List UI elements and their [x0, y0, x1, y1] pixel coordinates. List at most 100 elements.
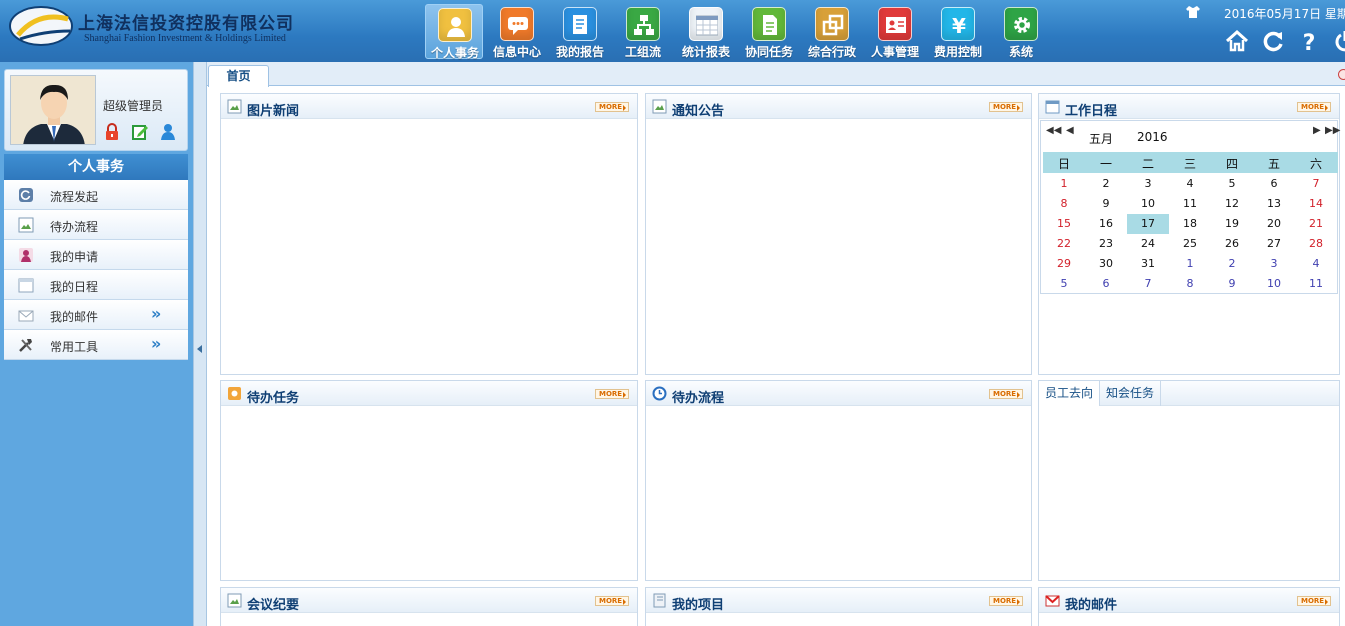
calendar-day[interactable]: 22	[1043, 234, 1085, 254]
calendar-day[interactable]: 24	[1127, 234, 1169, 254]
panel-header: 待办任务 MORE	[221, 381, 637, 406]
sidebar-item-2[interactable]: 我的申请	[4, 240, 188, 270]
more-button[interactable]: MORE	[1297, 596, 1331, 606]
close-tabs-icon[interactable]	[1338, 69, 1345, 80]
calendar-day[interactable]: 6	[1253, 174, 1295, 194]
more-button[interactable]: MORE	[989, 389, 1023, 399]
calendar-day[interactable]: 31	[1127, 254, 1169, 274]
calendar-day[interactable]: 1	[1169, 254, 1211, 274]
sidebar-item-0[interactable]: 流程发起	[4, 180, 188, 210]
sidebar-collapse-handle[interactable]	[193, 62, 207, 626]
more-button[interactable]: MORE	[1297, 102, 1331, 112]
calendar-day[interactable]: 11	[1295, 274, 1337, 294]
power-icon[interactable]	[1332, 28, 1345, 54]
calendar-day[interactable]: 17	[1127, 214, 1169, 234]
more-button[interactable]: MORE	[989, 102, 1023, 112]
nav-item-9[interactable]: 系统	[992, 4, 1050, 59]
calendar-day[interactable]: 18	[1169, 214, 1211, 234]
calendar-day[interactable]: 25	[1169, 234, 1211, 254]
nav-item-0[interactable]: 个人事务	[425, 4, 483, 60]
more-button[interactable]: MORE	[989, 596, 1023, 606]
prev-month-icon[interactable]: ◀	[1066, 125, 1074, 136]
sidebar-item-5[interactable]: 常用工具 »	[4, 330, 188, 360]
calendar-day[interactable]: 30	[1085, 254, 1127, 274]
calendar-day[interactable]: 8	[1043, 194, 1085, 214]
company-name-en: Shanghai Fashion Investment & Holdings L…	[84, 33, 286, 44]
calendar-day[interactable]: 20	[1253, 214, 1295, 234]
calendar-day[interactable]: 28	[1295, 234, 1337, 254]
calendar-day[interactable]: 7	[1127, 274, 1169, 294]
tab-staff-whereabouts[interactable]: 员工去向	[1039, 381, 1101, 406]
calendar-day[interactable]: 13	[1253, 194, 1295, 214]
calendar-day[interactable]: 9	[1085, 194, 1127, 214]
sidebar-item-1[interactable]: 待办流程	[4, 210, 188, 240]
lock-icon[interactable]	[103, 123, 121, 141]
theme-shirt-icon[interactable]	[1186, 6, 1200, 18]
calendar-year[interactable]: 2016	[1137, 130, 1168, 144]
tab-notify-tasks[interactable]: 知会任务	[1100, 381, 1162, 406]
calendar-month[interactable]: 五月	[1089, 130, 1113, 147]
calendar-day[interactable]: 19	[1211, 214, 1253, 234]
nav-item-8[interactable]: ¥ 费用控制	[929, 4, 987, 59]
help-icon[interactable]: ?	[1296, 28, 1322, 54]
calendar-day[interactable]: 2	[1085, 174, 1127, 194]
calendar-day[interactable]: 4	[1295, 254, 1337, 274]
sidebar-item-4[interactable]: 我的邮件 »	[4, 300, 188, 330]
more-button[interactable]: MORE	[595, 389, 629, 399]
more-button[interactable]: MORE	[595, 102, 629, 112]
user-avatar	[10, 75, 96, 145]
calendar-day[interactable]: 2	[1211, 254, 1253, 274]
nav-item-2[interactable]: 我的报告	[551, 4, 609, 59]
nav-item-6[interactable]: 综合行政	[803, 4, 861, 59]
calendar-day[interactable]: 3	[1127, 174, 1169, 194]
my-mail-panel: 我的邮件 MORE	[1038, 587, 1340, 626]
calendar-day[interactable]: 8	[1169, 274, 1211, 294]
calendar-day[interactable]: 12	[1211, 194, 1253, 214]
nav-item-4[interactable]: 统计报表	[677, 4, 735, 59]
calendar-day[interactable]: 21	[1295, 214, 1337, 234]
next-month-icon[interactable]: ▶	[1313, 125, 1321, 136]
svg-text:¥: ¥	[952, 14, 966, 36]
calendar-day[interactable]: 11	[1169, 194, 1211, 214]
tab-home[interactable]: 首页	[208, 65, 269, 87]
calendar-day[interactable]: 10	[1253, 274, 1295, 294]
nav-item-7[interactable]: 人事管理	[866, 4, 924, 59]
weekday-header: 日	[1057, 157, 1070, 171]
home-icon[interactable]	[1224, 28, 1250, 54]
refresh-page-icon[interactable]	[1260, 28, 1286, 54]
next-year-icon[interactable]: ▶▶	[1325, 125, 1340, 136]
calendar-day[interactable]: 16	[1085, 214, 1127, 234]
expand-arrow-icon[interactable]: »	[151, 304, 161, 323]
calendar-day[interactable]: 5	[1043, 274, 1085, 294]
calendar-day[interactable]: 6	[1085, 274, 1127, 294]
id-card-icon	[878, 7, 912, 41]
calendar-day[interactable]: 5	[1211, 174, 1253, 194]
edit-icon[interactable]	[131, 123, 149, 141]
calendar-day[interactable]: 4	[1169, 174, 1211, 194]
expand-arrow-icon[interactable]: »	[151, 334, 161, 353]
calendar-day[interactable]: 3	[1253, 254, 1295, 274]
calendar-day[interactable]: 10	[1127, 194, 1169, 214]
more-button[interactable]: MORE	[595, 596, 629, 606]
collapse-arrow-icon	[197, 345, 202, 353]
calendar-day[interactable]: 26	[1211, 234, 1253, 254]
nav-item-5[interactable]: 协同任务	[740, 4, 798, 59]
sidebar-item-3[interactable]: 我的日程	[4, 270, 188, 300]
sidebar-item-label: 我的日程	[50, 280, 99, 294]
panel-header: 图片新闻 MORE	[221, 94, 637, 119]
left-sidebar: 超级管理员 个人事务 流程发起 待办流程 我的申请 我的日程 我的邮件 » 常用工具 »	[0, 62, 193, 626]
calendar-day[interactable]: 27	[1253, 234, 1295, 254]
prev-year-icon[interactable]: ◀◀	[1046, 125, 1061, 136]
nav-item-3[interactable]: 工组流	[614, 4, 672, 59]
calendar-day[interactable]: 15	[1043, 214, 1085, 234]
calendar-day[interactable]: 9	[1211, 274, 1253, 294]
calendar-day[interactable]: 14	[1295, 194, 1337, 214]
calendar-day[interactable]: 23	[1085, 234, 1127, 254]
gear-icon	[1004, 7, 1038, 41]
user-profile-icon[interactable]	[159, 123, 177, 141]
calendar-day[interactable]: 7	[1295, 174, 1337, 194]
panel-header: 会议纪要 MORE	[221, 588, 637, 613]
calendar-day[interactable]: 1	[1043, 174, 1085, 194]
nav-item-1[interactable]: 信息中心	[488, 4, 546, 59]
calendar-day[interactable]: 29	[1043, 254, 1085, 274]
